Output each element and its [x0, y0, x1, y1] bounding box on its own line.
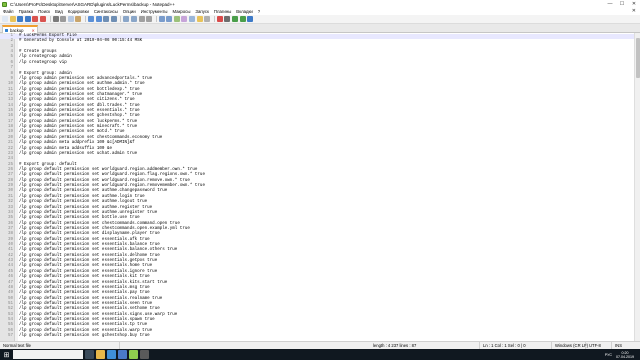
- zoom-out-icon[interactable]: [130, 16, 137, 22]
- text-lines[interactable]: 1 # LuckPerms Export File 2 # Generated by …: [0, 34, 640, 339]
- close-all-icon[interactable]: [39, 16, 46, 22]
- save-all-icon[interactable]: [24, 16, 31, 22]
- line-text[interactable]: # Generated by Console at 2019-04-06 00:…: [19, 39, 142, 44]
- menu-search[interactable]: Поиск: [38, 9, 50, 14]
- taskbar-search-box[interactable]: [13, 350, 83, 359]
- close-file-icon[interactable]: [32, 16, 39, 22]
- menu-run[interactable]: Запуск: [195, 9, 208, 14]
- doc-map-icon[interactable]: [181, 16, 188, 22]
- menu-file[interactable]: Файл: [3, 9, 14, 14]
- taskbar: ⊞ РУС 0:20 07.04.2019: [0, 349, 640, 360]
- function-list-icon[interactable]: [189, 16, 196, 22]
- show-all-chars-icon[interactable]: [166, 16, 173, 22]
- menu-bar: Файл Правка Поиск Вид Кодировки Синтакси…: [0, 8, 640, 15]
- menu-settings[interactable]: Опции: [123, 9, 136, 14]
- run-macro-multiple-icon[interactable]: [239, 16, 246, 22]
- close-document-icon[interactable]: ✕: [632, 8, 636, 14]
- word-wrap-icon[interactable]: [158, 16, 165, 22]
- text-line[interactable]: 57/lp group default permission set gches…: [0, 334, 640, 339]
- tab-label: backup: [10, 27, 24, 33]
- sync-horizontal-icon[interactable]: [146, 16, 153, 22]
- notepadpp-icon[interactable]: [129, 350, 138, 359]
- minimize-button[interactable]: —: [604, 0, 616, 8]
- title-bar: C:\Users\ProPc\Desktop\Server\ASGARD\plu…: [0, 0, 640, 8]
- folder-workspace-icon[interactable]: [196, 16, 203, 22]
- editor-area[interactable]: 1 # LuckPerms Export File 2 # Generated by …: [0, 33, 640, 341]
- line-text[interactable]: /lp group admin permission set uchat.adm…: [19, 152, 137, 157]
- taskbar-apps: [83, 350, 149, 359]
- window-controls: — ☐ ✕: [604, 0, 640, 8]
- tab-close-icon[interactable]: ✕: [31, 28, 35, 33]
- save-icon[interactable]: [17, 16, 24, 22]
- menu-window[interactable]: Вкладки: [236, 9, 252, 14]
- paste-icon[interactable]: [75, 16, 82, 22]
- notepadpp-icon: [2, 1, 7, 7]
- vertical-scrollbar[interactable]: [634, 33, 640, 341]
- start-button[interactable]: ⊞: [2, 350, 11, 359]
- language-indicator[interactable]: РУС: [605, 353, 612, 357]
- menu-help[interactable]: ?: [258, 9, 260, 14]
- record-macro-icon[interactable]: [216, 16, 223, 22]
- find-icon[interactable]: [103, 16, 110, 22]
- menu-macro[interactable]: Макросы: [173, 9, 191, 14]
- menu-language[interactable]: Синтаксисы: [94, 9, 118, 14]
- menu-edit[interactable]: Правка: [19, 9, 34, 14]
- copy-icon[interactable]: [67, 16, 74, 22]
- line-text[interactable]: /lp group default permission set gchests…: [19, 334, 150, 339]
- file-explorer-icon[interactable]: [96, 350, 105, 359]
- indent-guide-icon[interactable]: [173, 16, 180, 22]
- replace-icon[interactable]: [110, 16, 117, 22]
- line-number: 57: [7, 334, 13, 339]
- browser-icon[interactable]: [107, 350, 116, 359]
- toolbar-separator: [84, 16, 86, 22]
- stop-macro-icon[interactable]: [224, 16, 231, 22]
- play-macro-icon[interactable]: [232, 16, 239, 22]
- toolbar-separator: [49, 16, 51, 22]
- toolbar-separator: [213, 16, 215, 22]
- window-title: C:\Users\ProPc\Desktop\Server\ASGARD\plu…: [10, 1, 175, 7]
- save-macro-icon[interactable]: [247, 16, 254, 22]
- undo-icon[interactable]: [87, 16, 94, 22]
- open-file-icon[interactable]: [9, 16, 16, 22]
- saved-file-icon: [5, 28, 8, 32]
- menu-plugins[interactable]: Плагины: [214, 9, 231, 14]
- cut-icon[interactable]: [60, 16, 67, 22]
- menu-encoding[interactable]: Кодировки: [68, 9, 89, 14]
- scrollbar-thumb[interactable]: [636, 38, 640, 78]
- close-button[interactable]: ✕: [628, 0, 640, 8]
- monitoring-icon[interactable]: [204, 16, 211, 22]
- zoom-in-icon[interactable]: [123, 16, 130, 22]
- task-view-icon[interactable]: [85, 350, 94, 359]
- terminal-icon[interactable]: [140, 350, 149, 359]
- print-icon[interactable]: [52, 16, 59, 22]
- toolbar: [0, 15, 640, 24]
- status-bar: Normal text file length : 4 237 lines : …: [0, 341, 640, 350]
- toolbar-separator: [155, 16, 157, 22]
- line-text[interactable]: /lp creategroup vip: [19, 61, 67, 66]
- toolbar-separator: [120, 16, 122, 22]
- new-file-icon[interactable]: [2, 16, 8, 22]
- store-icon[interactable]: [118, 350, 127, 359]
- maximize-button[interactable]: ☐: [616, 0, 628, 8]
- sync-vertical-icon[interactable]: [138, 16, 145, 22]
- clock-date: 07.04.2019: [616, 354, 634, 359]
- menu-view[interactable]: Вид: [55, 9, 63, 14]
- system-tray: РУС 0:20 07.04.2019: [605, 349, 634, 360]
- redo-icon[interactable]: [95, 16, 102, 22]
- menu-tools[interactable]: Инструменты: [141, 9, 168, 14]
- clock[interactable]: 0:20 07.04.2019: [616, 351, 634, 359]
- tab-bar: backup ✕: [0, 24, 640, 33]
- tab-backup[interactable]: backup ✕: [2, 25, 38, 33]
